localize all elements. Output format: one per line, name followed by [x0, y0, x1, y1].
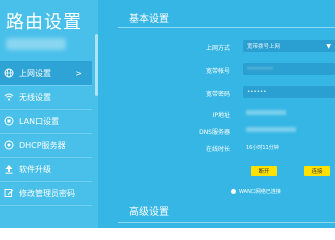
section-divider: [118, 27, 335, 28]
sidebar-divider: [0, 205, 92, 206]
sidebar-item-label: LAN口设置: [19, 116, 60, 126]
wifi-icon: [3, 91, 15, 103]
sidebar-subtitle: [6, 38, 66, 50]
sidebar-scrollbar[interactable]: [95, 34, 98, 96]
sidebar-item-internet[interactable]: 上网设置 >: [0, 61, 92, 85]
sidebar-item-label: 上网设置: [19, 68, 51, 78]
main-panel: 基本设置 上网方式 宽带拨号上网 ▼ 宽带帐号 •••••••• 宽带密码 ••…: [118, 0, 335, 228]
sidebar-item-lan[interactable]: LAN口设置: [0, 109, 92, 133]
account-label: 宽带帐号: [205, 68, 230, 75]
edit-icon: [3, 187, 15, 199]
chevron-right-icon: >: [75, 68, 82, 78]
dhcp-server-icon: [3, 139, 15, 151]
sidebar-item-dhcp[interactable]: DHCP服务器: [0, 133, 92, 157]
wan-status-radio[interactable]: WAN口网络已连接: [231, 188, 281, 195]
online-time-label: 在线时长: [205, 146, 230, 153]
dns-value: [246, 127, 296, 132]
sidebar-item-label: 软件升级: [19, 164, 51, 174]
ip-value: [246, 110, 286, 115]
globe-icon: [3, 67, 15, 79]
password-value: ••••••: [247, 89, 267, 95]
connect-button[interactable]: 连接: [304, 166, 330, 176]
sidebar-item-label: 无线设置: [19, 92, 51, 102]
router-settings-app: 路由设置 上网设置 > 无线设置 LAN口设置 DHCP服务器 软件升级 修改管…: [0, 0, 335, 228]
password-input[interactable]: ••••••: [243, 86, 335, 98]
upload-icon: [3, 163, 15, 175]
sidebar-item-wireless[interactable]: 无线设置: [0, 85, 92, 109]
online-time-value: 16小时11分钟: [246, 145, 279, 151]
dns-label: DNS服务器: [199, 129, 230, 136]
connection-type-label: 上网方式: [205, 45, 230, 52]
connection-type-value: 宽带拨号上网: [247, 44, 281, 50]
sidebar-item-upgrade[interactable]: 软件升级: [0, 157, 92, 181]
ip-label: IP地址: [212, 112, 230, 119]
lan-port-icon: [3, 115, 15, 127]
advanced-settings-title[interactable]: 高级设置: [129, 203, 169, 218]
basic-settings-title: 基本设置: [129, 14, 169, 25]
disconnect-button[interactable]: 断开: [251, 166, 277, 176]
caret-down-icon: ▼: [326, 43, 331, 50]
sidebar-item-admin-password[interactable]: 修改管理员密码: [0, 181, 92, 205]
section-divider: [118, 222, 335, 223]
sidebar-item-label: 修改管理员密码: [19, 188, 75, 198]
sidebar: 路由设置 上网设置 > 无线设置 LAN口设置 DHCP服务器 软件升级 修改管…: [0, 0, 98, 228]
account-value: ••••••••: [247, 66, 273, 72]
radio-dot-icon: [231, 189, 236, 194]
sidebar-item-label: DHCP服务器: [19, 140, 66, 150]
wan-status-label: WAN口网络已连接: [239, 189, 281, 195]
account-input[interactable]: ••••••••: [243, 63, 335, 75]
password-label: 宽带密码: [205, 91, 230, 98]
sidebar-title: 路由设置: [6, 12, 82, 33]
connection-type-select[interactable]: 宽带拨号上网 ▼: [243, 40, 335, 52]
